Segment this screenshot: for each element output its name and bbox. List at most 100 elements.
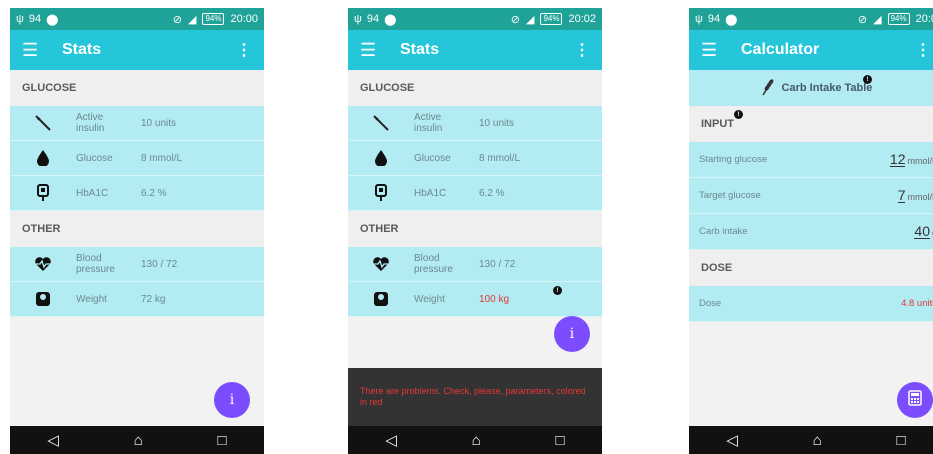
stat-value: 10 units <box>479 117 515 129</box>
stat-label: Active insulin <box>76 112 105 134</box>
signal-icon: ◢ <box>187 13 197 26</box>
recents-icon[interactable]: □ <box>218 432 227 449</box>
info-badge-icon[interactable]: ! <box>863 75 872 84</box>
app-bar: ☰ Stats ⋮ <box>348 30 602 70</box>
input-label: Target glucose <box>699 190 761 201</box>
input-row-carb-intake[interactable]: Carb intake 40g <box>689 214 933 250</box>
section-header-glucose: GLUCOSE <box>10 70 264 106</box>
stats-screen-1: ψ 94 ⬤ ⊘ ◢ 94% 20:00 ☰ Stats ⋮ GLUCOSE Active… <box>10 8 264 454</box>
status-bar: ψ 94 ⬤ ⊘ ◢ 94% 20:02 <box>348 8 602 30</box>
dnd-icon: ⊘ <box>510 13 520 26</box>
battery-icon: 94% <box>540 13 563 25</box>
more-options-icon[interactable]: ⋮ <box>574 40 590 60</box>
clock: 20:0 <box>915 13 933 25</box>
menu-icon[interactable]: ☰ <box>22 40 44 61</box>
more-options-icon[interactable]: ⋮ <box>236 40 252 60</box>
input-header-label: INPUT <box>701 118 734 130</box>
notification-count: 94 <box>707 13 721 25</box>
input-row-target-glucose[interactable]: Target glucose 7mmol/L <box>689 178 933 214</box>
heart-pulse-icon <box>348 256 414 272</box>
glucometer-icon <box>348 184 414 202</box>
stat-label: Weight <box>414 293 445 305</box>
location-icon: ⬤ <box>725 13 738 26</box>
stat-value: 6.2 % <box>479 187 505 199</box>
usb-icon: ψ <box>354 13 362 25</box>
stat-value: 8 mmol/L <box>141 152 183 164</box>
clock: 20:02 <box>568 13 596 25</box>
back-icon[interactable]: ◁ <box>385 431 397 449</box>
calculator-icon <box>908 390 922 410</box>
info-fab[interactable]: i <box>214 382 250 418</box>
stat-label: HbA1C <box>76 187 109 199</box>
signal-icon: ◢ <box>525 13 535 26</box>
drop-icon <box>10 150 76 166</box>
drop-icon <box>348 150 414 166</box>
stat-row-glucose[interactable]: Glucose 8 mmol/L <box>348 141 602 176</box>
stat-value: 6.2 % <box>141 187 167 199</box>
stat-value: 8 mmol/L <box>479 152 521 164</box>
status-bar: ψ 94 ⬤ ⊘ ◢ 94% 20:00 <box>10 8 264 30</box>
calculator-screen: ψ 94 ⬤ ⊘ ◢ 94% 20:0 ☰ Calculator ⋮ Carb Intak… <box>689 8 933 454</box>
menu-icon[interactable]: ☰ <box>701 40 723 61</box>
stat-row-active-insulin[interactable]: Active insulin 10 units <box>10 106 264 141</box>
carb-intake-table-button[interactable]: Carb Intake Table ! <box>689 70 933 106</box>
syringe-icon <box>10 114 76 132</box>
clock: 20:00 <box>230 13 258 25</box>
calculator-fab[interactable] <box>897 382 933 418</box>
stat-row-blood-pressure[interactable]: Blood pressure 130 / 72 <box>10 247 264 282</box>
info-badge-icon[interactable]: ! <box>734 110 743 119</box>
section-header-dose: DOSE <box>689 250 933 286</box>
location-icon: ⬤ <box>384 13 397 26</box>
back-icon[interactable]: ◁ <box>726 431 738 449</box>
carb-table-label: Carb Intake Table <box>781 82 873 94</box>
nav-bar: ◁ ⌂ □ <box>10 426 264 454</box>
menu-icon[interactable]: ☰ <box>360 40 382 61</box>
stat-row-glucose[interactable]: Glucose 8 mmol/L <box>10 141 264 176</box>
recents-icon[interactable]: □ <box>556 432 565 449</box>
stat-label: Blood pressure <box>76 253 115 275</box>
home-icon[interactable]: ⌂ <box>472 432 481 449</box>
scale-icon <box>10 291 76 307</box>
scale-icon <box>348 291 414 307</box>
nav-bar: ◁ ⌂ □ <box>689 426 933 454</box>
signal-icon: ◢ <box>873 13 882 26</box>
target-glucose-input[interactable]: 7 <box>897 188 906 203</box>
more-options-icon[interactable]: ⋮ <box>915 40 931 60</box>
stat-label: Glucose <box>414 152 451 164</box>
dose-label: Dose <box>699 298 722 309</box>
wheat-icon <box>760 78 776 99</box>
info-fab[interactable]: i <box>554 316 590 352</box>
page-title: Stats <box>400 41 440 58</box>
input-label: Starting glucose <box>699 154 768 165</box>
section-header-other: OTHER <box>10 211 264 247</box>
dose-row: Dose 4.8 units <box>689 286 933 322</box>
stat-row-weight[interactable]: Weight 100 kg ! <box>348 282 602 317</box>
stat-value: 130 / 72 <box>141 258 178 270</box>
glucometer-icon <box>10 184 76 202</box>
dose-value: 4.8 units <box>901 298 933 309</box>
stat-label: Weight <box>76 293 107 305</box>
input-row-starting-glucose[interactable]: Starting glucose 12mmol/L <box>689 142 933 178</box>
app-bar: ☰ Calculator ⋮ <box>689 30 933 70</box>
stat-row-hba1c[interactable]: HbA1C 6.2 % <box>10 176 264 211</box>
stat-row-blood-pressure[interactable]: Blood pressure 130 / 72 <box>348 247 602 282</box>
status-bar: ψ 94 ⬤ ⊘ ◢ 94% 20:0 <box>689 8 933 30</box>
unit-label: mmol/L <box>907 192 933 202</box>
carb-intake-input[interactable]: 40 <box>914 224 930 239</box>
stat-label: Glucose <box>76 152 113 164</box>
home-icon[interactable]: ⌂ <box>134 432 143 449</box>
nav-bar: ◁ ⌂ □ <box>348 426 602 454</box>
stat-value: 10 units <box>141 117 177 129</box>
stat-row-hba1c[interactable]: HbA1C 6.2 % <box>348 176 602 211</box>
back-icon[interactable]: ◁ <box>47 431 59 449</box>
alert-badge-icon[interactable]: ! <box>553 286 562 295</box>
home-icon[interactable]: ⌂ <box>813 432 822 449</box>
stat-value-alert: 100 kg <box>479 293 510 305</box>
starting-glucose-input[interactable]: 12 <box>889 152 906 167</box>
recents-icon[interactable]: □ <box>897 432 906 449</box>
stat-label: Active insulin <box>414 112 443 134</box>
stat-row-weight[interactable]: Weight 72 kg <box>10 282 264 317</box>
battery-icon: 94% <box>887 13 910 25</box>
stat-row-active-insulin[interactable]: Active insulin 10 units <box>348 106 602 141</box>
stat-value: 72 kg <box>141 293 166 305</box>
